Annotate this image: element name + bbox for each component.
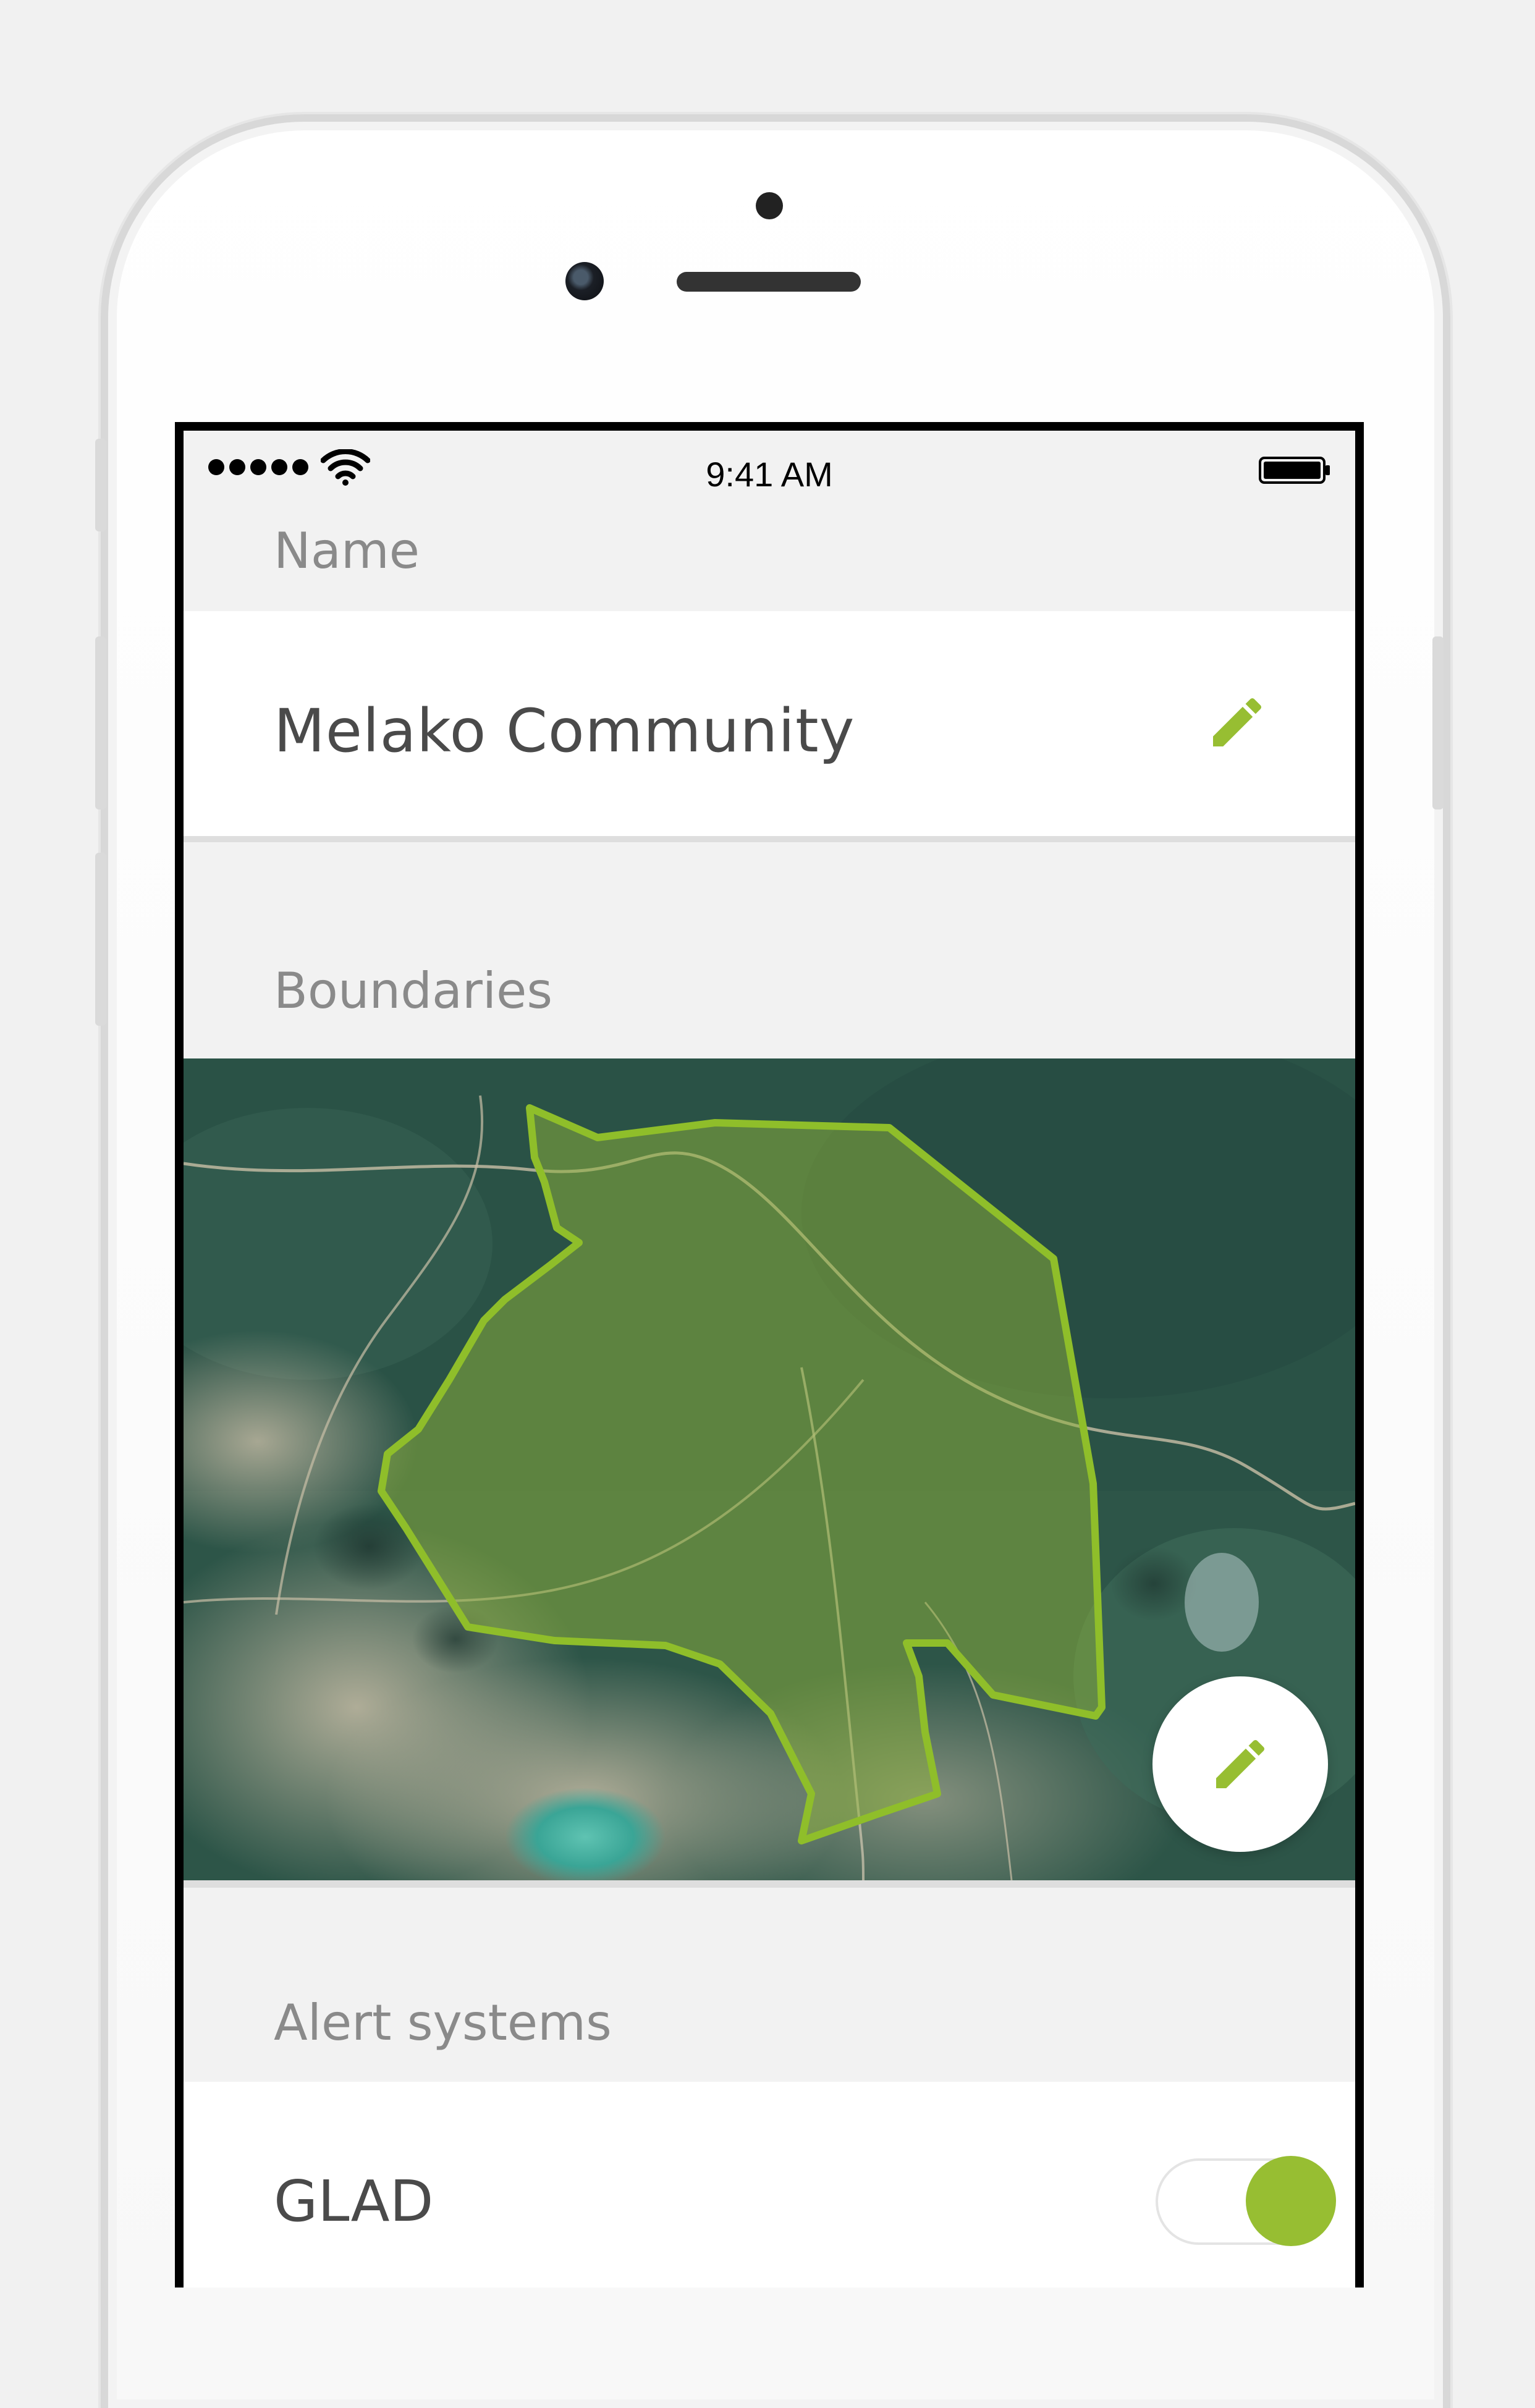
front-camera xyxy=(565,262,604,300)
edit-boundaries-button[interactable] xyxy=(1152,1676,1328,1852)
name-card[interactable]: Melako Community xyxy=(184,611,1355,836)
satellite-map[interactable] xyxy=(184,1058,1355,1880)
phone-volume-up-button xyxy=(95,636,106,809)
pencil-icon xyxy=(1216,1739,1265,1788)
phone-mute-switch xyxy=(95,439,106,531)
phone-volume-down-button xyxy=(95,853,106,1026)
alert-item-glad: GLAD xyxy=(184,2082,1355,2288)
boundaries-section-label: Boundaries xyxy=(274,962,553,1020)
name-card-divider xyxy=(184,836,1355,842)
alerts-section-label: Alert systems xyxy=(274,1994,612,2051)
status-bar: 9:41 AM xyxy=(184,431,1355,505)
pencil-icon[interactable] xyxy=(1205,690,1269,754)
battery-icon xyxy=(1259,457,1330,484)
name-section-label: Name xyxy=(274,522,420,580)
glad-toggle[interactable] xyxy=(1156,2155,1336,2247)
phone-screen: 9:41 AM Name Melako Community Boundaries xyxy=(175,422,1364,2288)
phone-power-button xyxy=(1432,636,1444,809)
status-time: 9:41 AM xyxy=(706,455,833,494)
alert-item-label: GLAD xyxy=(274,2168,434,2234)
map-divider xyxy=(184,1880,1355,1888)
earpiece-speaker xyxy=(677,272,861,292)
toggle-knob xyxy=(1246,2156,1336,2246)
app-display: 9:41 AM Name Melako Community Boundaries xyxy=(184,431,1355,2288)
proximity-sensor xyxy=(756,192,783,219)
area-name-value: Melako Community xyxy=(274,696,855,766)
